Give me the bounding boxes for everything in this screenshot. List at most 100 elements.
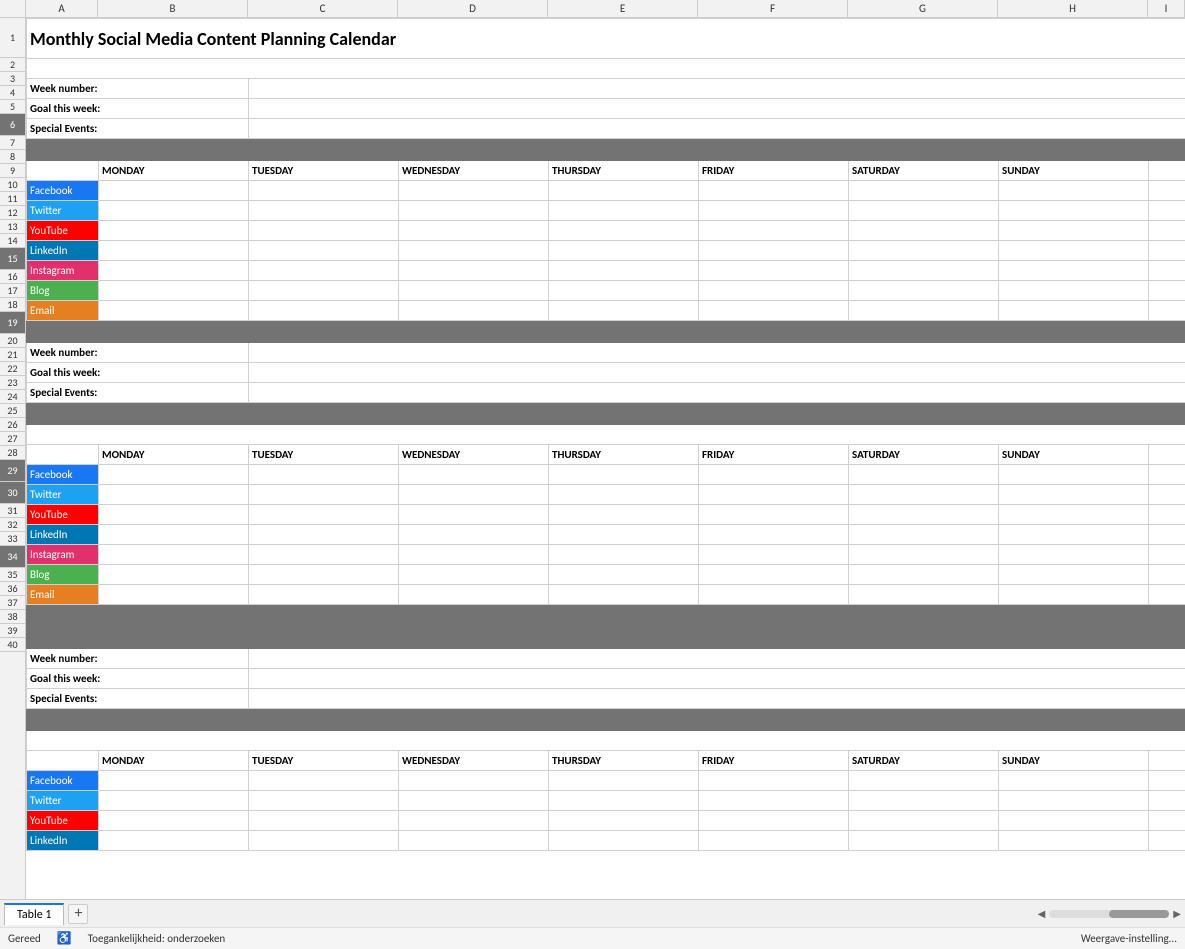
em-thu-1[interactable] bbox=[549, 301, 699, 321]
platform-facebook-3[interactable]: Facebook bbox=[27, 771, 99, 791]
fb-tue-2[interactable] bbox=[249, 465, 399, 485]
special-events-label-3[interactable]: Special Events: bbox=[27, 689, 249, 709]
row-num-10[interactable]: 10 bbox=[0, 178, 25, 192]
row-num-12[interactable]: 12 bbox=[0, 206, 25, 220]
row-num-23[interactable]: 23 bbox=[0, 376, 25, 390]
row-num-13[interactable]: 13 bbox=[0, 220, 25, 234]
col-header-b[interactable]: B bbox=[98, 0, 248, 17]
platform-facebook-1[interactable]: Facebook bbox=[27, 181, 99, 201]
platform-linkedin-1[interactable]: LinkedIn bbox=[27, 241, 99, 261]
blank-row-35[interactable] bbox=[27, 731, 1185, 751]
li-sat-1[interactable] bbox=[849, 241, 999, 261]
li-thu-1[interactable] bbox=[549, 241, 699, 261]
em-mon-2[interactable] bbox=[99, 585, 249, 605]
platform-instagram-1[interactable]: Instagram bbox=[27, 261, 99, 281]
yt-thu-3[interactable] bbox=[549, 811, 699, 831]
fb-sun-2[interactable] bbox=[999, 465, 1149, 485]
platform-linkedin-2[interactable]: LinkedIn bbox=[27, 525, 99, 545]
week-number-label-2[interactable]: Week number: bbox=[27, 343, 249, 363]
li-sun-3[interactable] bbox=[999, 831, 1149, 851]
blank-row-2[interactable] bbox=[27, 59, 1185, 79]
fb-extra-2[interactable] bbox=[1149, 465, 1185, 485]
row-num-21[interactable]: 21 bbox=[0, 348, 25, 362]
col-header-e[interactable]: E bbox=[548, 0, 698, 17]
fb-fri-2[interactable] bbox=[699, 465, 849, 485]
row-num-4[interactable]: 4 bbox=[0, 86, 25, 100]
col-header-d[interactable]: D bbox=[398, 0, 548, 17]
platform-linkedin-3[interactable]: LinkedIn bbox=[27, 831, 99, 851]
yt-mon-3[interactable] bbox=[99, 811, 249, 831]
fb-extra-1[interactable] bbox=[1149, 181, 1185, 201]
tw-thu-3[interactable] bbox=[549, 791, 699, 811]
yt-fri-3[interactable] bbox=[699, 811, 849, 831]
fb-tue-3[interactable] bbox=[249, 771, 399, 791]
ig-sat-2[interactable] bbox=[849, 545, 999, 565]
ig-fri-2[interactable] bbox=[699, 545, 849, 565]
row-num-3[interactable]: 3 bbox=[0, 72, 25, 86]
row-num-14[interactable]: 14 bbox=[0, 234, 25, 248]
col-header-a[interactable]: A bbox=[26, 0, 98, 17]
platform-twitter-1[interactable]: Twitter bbox=[27, 201, 99, 221]
fb-mon-1[interactable] bbox=[99, 181, 249, 201]
tw-wed-2[interactable] bbox=[399, 485, 549, 505]
tw-fri-2[interactable] bbox=[699, 485, 849, 505]
tw-sun-1[interactable] bbox=[999, 201, 1149, 221]
tw-extra-3[interactable] bbox=[1149, 791, 1185, 811]
ig-wed-2[interactable] bbox=[399, 545, 549, 565]
fb-tue-1[interactable] bbox=[249, 181, 399, 201]
accessibility-label[interactable]: Toegankelijkheid: onderzoeken bbox=[88, 932, 225, 945]
platform-twitter-3[interactable]: Twitter bbox=[27, 791, 99, 811]
em-tue-1[interactable] bbox=[249, 301, 399, 321]
yt-fri-1[interactable] bbox=[699, 221, 849, 241]
row-num-9[interactable]: 9 bbox=[0, 164, 25, 178]
yt-sat-1[interactable] bbox=[849, 221, 999, 241]
fb-sun-3[interactable] bbox=[999, 771, 1149, 791]
li-fri-2[interactable] bbox=[699, 525, 849, 545]
tw-wed-1[interactable] bbox=[399, 201, 549, 221]
tw-mon-2[interactable] bbox=[99, 485, 249, 505]
tw-fri-3[interactable] bbox=[699, 791, 849, 811]
ig-tue-2[interactable] bbox=[249, 545, 399, 565]
row-num-7[interactable]: 7 bbox=[0, 136, 25, 150]
fb-sat-1[interactable] bbox=[849, 181, 999, 201]
platform-email-2[interactable]: Email bbox=[27, 585, 99, 605]
yt-sat-3[interactable] bbox=[849, 811, 999, 831]
sheet-tab-table1[interactable]: Table 1 bbox=[4, 903, 64, 925]
ig-sat-1[interactable] bbox=[849, 261, 999, 281]
em-sun-1[interactable] bbox=[999, 301, 1149, 321]
week-number-value-2[interactable] bbox=[249, 343, 1185, 363]
settings-label[interactable]: Weergave-instelling... bbox=[1081, 932, 1177, 945]
em-tue-2[interactable] bbox=[249, 585, 399, 605]
ig-sun-2[interactable] bbox=[999, 545, 1149, 565]
bl-sun-1[interactable] bbox=[999, 281, 1149, 301]
li-thu-2[interactable] bbox=[549, 525, 699, 545]
ig-fri-1[interactable] bbox=[699, 261, 849, 281]
yt-extra-1[interactable] bbox=[1149, 221, 1185, 241]
yt-wed-1[interactable] bbox=[399, 221, 549, 241]
tw-extra-2[interactable] bbox=[1149, 485, 1185, 505]
col-header-g[interactable]: G bbox=[848, 0, 998, 17]
row-num-26[interactable]: 26 bbox=[0, 418, 25, 432]
yt-thu-1[interactable] bbox=[549, 221, 699, 241]
fb-thu-1[interactable] bbox=[549, 181, 699, 201]
bl-mon-2[interactable] bbox=[99, 565, 249, 585]
fb-wed-3[interactable] bbox=[399, 771, 549, 791]
yt-sat-2[interactable] bbox=[849, 505, 999, 525]
tw-mon-3[interactable] bbox=[99, 791, 249, 811]
fb-extra-3[interactable] bbox=[1149, 771, 1185, 791]
week-number-label-3[interactable]: Week number: bbox=[27, 649, 249, 669]
em-sun-2[interactable] bbox=[999, 585, 1149, 605]
li-sun-2[interactable] bbox=[999, 525, 1149, 545]
bl-extra-2[interactable] bbox=[1149, 565, 1185, 585]
goal-label-1[interactable]: Goal this week: bbox=[27, 99, 249, 119]
special-events-label-2[interactable]: Special Events: bbox=[27, 383, 249, 403]
special-events-value-3[interactable] bbox=[249, 689, 1185, 709]
row-num-31[interactable]: 31 bbox=[0, 504, 25, 518]
li-sat-3[interactable] bbox=[849, 831, 999, 851]
ig-tue-1[interactable] bbox=[249, 261, 399, 281]
fb-sun-1[interactable] bbox=[999, 181, 1149, 201]
em-fri-2[interactable] bbox=[699, 585, 849, 605]
li-tue-2[interactable] bbox=[249, 525, 399, 545]
yt-extra-3[interactable] bbox=[1149, 811, 1185, 831]
yt-sun-3[interactable] bbox=[999, 811, 1149, 831]
